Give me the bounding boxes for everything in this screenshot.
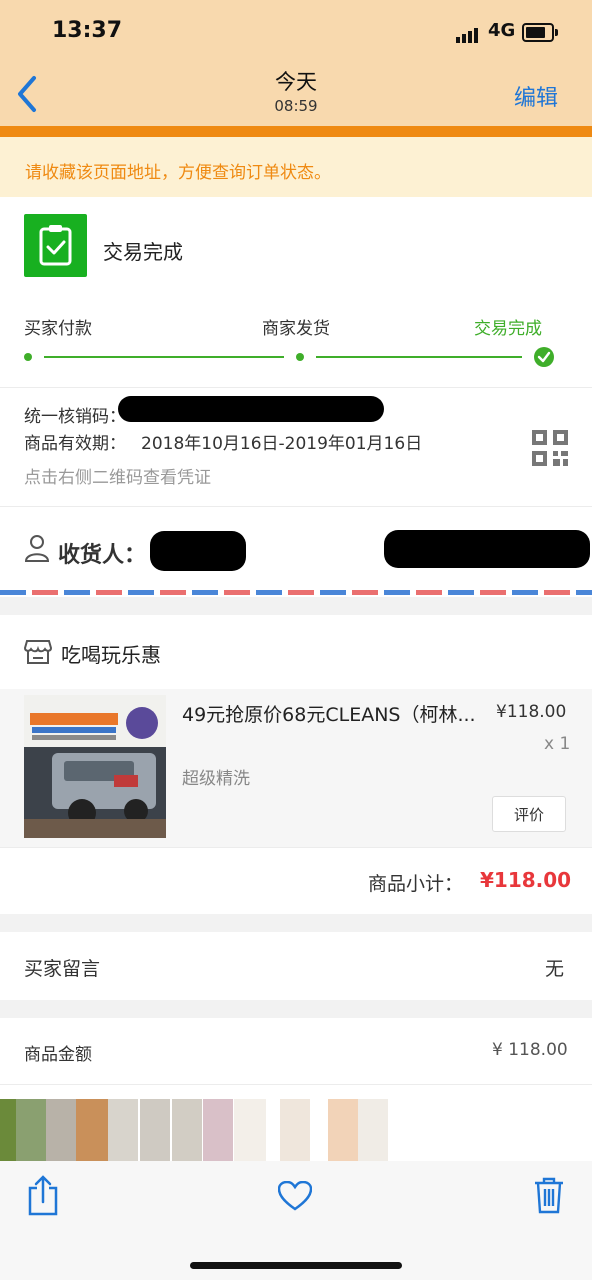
header-accent-bar (0, 126, 592, 137)
photo-thumbnail[interactable] (0, 1099, 16, 1161)
subtotal-value: ¥118.00 (480, 868, 572, 892)
nav-title: 今天 (275, 70, 317, 94)
photo-thumbnail[interactable] (328, 1099, 358, 1161)
photo-thumbnail[interactable] (140, 1099, 170, 1161)
divider (0, 387, 592, 388)
person-icon (24, 534, 50, 566)
product-thumbnail[interactable] (24, 695, 166, 838)
signal-icon (456, 24, 480, 43)
section-gap (0, 597, 592, 615)
redacted-receiver-name (150, 531, 246, 571)
clipboard-check-icon (24, 214, 87, 277)
network-type: 4G (488, 20, 516, 41)
photo-thumbnail[interactable] (203, 1099, 233, 1161)
item-spec: 超级精洗 (182, 769, 250, 789)
photo-thumbnail[interactable] (76, 1099, 108, 1161)
progress-dot (24, 353, 32, 361)
divider (0, 506, 592, 507)
section-gap (0, 914, 592, 932)
order-status-text: 交易完成 (103, 240, 183, 264)
photo-thumbnail[interactable] (280, 1099, 310, 1161)
photo-thumbnail[interactable] (108, 1099, 138, 1161)
step-merchant-shipped: 商家发货 (262, 319, 330, 339)
redacted-voucher-code (118, 396, 384, 422)
buyer-message-label: 买家留言 (24, 958, 101, 980)
step-buyer-paid: 买家付款 (24, 319, 92, 339)
qr-code-icon[interactable] (532, 430, 568, 470)
heart-icon[interactable] (277, 1180, 313, 1215)
photo-thumbnail[interactable] (172, 1099, 202, 1161)
item-title[interactable]: 49元抢原价68元CLEANS（柯林... (182, 701, 482, 730)
home-indicator (190, 1262, 402, 1269)
progress-line (44, 356, 284, 358)
item-quantity: x 1 (544, 734, 571, 754)
progress-line (316, 356, 522, 358)
redacted-receiver-phone (384, 530, 590, 568)
notice-text: 请收藏该页面地址，方便查询订单状态。 (25, 163, 331, 183)
item-price: ¥118.00 (496, 702, 567, 722)
buyer-message-value: 无 (545, 958, 565, 980)
shop-name[interactable]: 吃喝玩乐惠 (61, 639, 161, 668)
photo-thumbnail[interactable] (358, 1099, 388, 1161)
edit-button[interactable]: 编辑 (514, 80, 558, 112)
goods-amount-value: ¥ 118.00 (492, 1040, 568, 1060)
goods-amount-label: 商品金额 (24, 1045, 92, 1065)
progress-dot (296, 353, 304, 361)
store-icon (23, 639, 53, 669)
photo-thumbnail[interactable] (16, 1099, 46, 1161)
review-button[interactable]: 评价 (492, 796, 566, 832)
share-icon[interactable] (28, 1174, 58, 1220)
photo-thumbnail[interactable] (234, 1099, 266, 1161)
receiver-label: 收货人： (58, 543, 147, 568)
divider (0, 1084, 592, 1085)
step-completed: 交易完成 (474, 319, 542, 339)
validity-label: 商品有效期： (24, 434, 126, 454)
section-gap (0, 1000, 592, 1018)
voucher-code-label: 统一核销码： (24, 407, 126, 427)
check-circle-icon (534, 347, 554, 367)
divider (0, 847, 592, 848)
subtotal-label: 商品小计： (368, 873, 464, 895)
voucher-hint: 点击右侧二维码查看凭证 (24, 468, 211, 488)
validity-value: 2018年10月16日-2019年01月16日 (141, 434, 423, 454)
status-time: 13:37 (52, 18, 123, 43)
photo-thumbnail[interactable] (46, 1099, 76, 1161)
airmail-border (0, 590, 592, 595)
battery-icon (522, 23, 558, 42)
trash-icon[interactable] (534, 1176, 564, 1218)
nav-subtitle: 08:59 (274, 97, 318, 115)
